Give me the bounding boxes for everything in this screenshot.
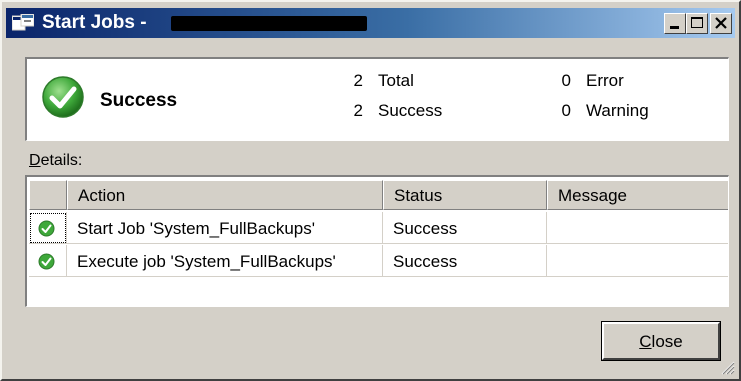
- minimize-icon: [670, 26, 679, 29]
- row-message: [547, 245, 728, 277]
- row-action: Start Job 'System_FullBackups': [67, 212, 383, 244]
- details-label-mnemonic: D: [29, 152, 41, 169]
- row-icon-cell[interactable]: [29, 212, 67, 244]
- summary-panel: Success 2 Total 2 Success 0 Error 0 Warn…: [25, 57, 729, 141]
- app-window-icon: [12, 14, 34, 31]
- start-jobs-dialog: Start Jobs - Success 2 Total 2 Success 0…: [0, 0, 741, 381]
- close-button-rest: lose: [651, 332, 683, 351]
- row-status: Success: [383, 245, 547, 277]
- minimize-button[interactable]: [664, 13, 686, 34]
- details-grid[interactable]: Action Status Message Start Job 'System_…: [25, 175, 729, 307]
- close-window-button[interactable]: [710, 13, 732, 34]
- close-button[interactable]: Close: [601, 321, 721, 361]
- success-count: 2: [353, 101, 363, 120]
- details-label: Details:: [29, 152, 82, 170]
- maximize-icon: [691, 17, 703, 28]
- column-header-icon[interactable]: [29, 180, 67, 210]
- warning-count: 0: [561, 101, 571, 120]
- success-check-icon: [38, 253, 55, 270]
- row-action: Execute job 'System_FullBackups': [67, 245, 383, 277]
- title-bar[interactable]: Start Jobs -: [6, 8, 735, 38]
- success-check-icon: [38, 220, 55, 237]
- maximize-button[interactable]: [686, 13, 708, 34]
- success-check-icon: [42, 76, 84, 118]
- row-icon-cell[interactable]: [29, 245, 67, 277]
- close-button-mnemonic: C: [639, 332, 652, 351]
- redacted-server-name: [171, 16, 367, 31]
- error-label: Error: [586, 71, 624, 90]
- success-count-label: Success: [378, 101, 443, 120]
- status-summary-label: Success: [100, 90, 178, 111]
- row-message: [547, 212, 728, 244]
- row-status: Success: [383, 212, 547, 244]
- error-count: 0: [561, 71, 571, 90]
- window-title: Start Jobs -: [42, 12, 147, 33]
- total-label: Total: [378, 71, 414, 90]
- column-header-status[interactable]: Status: [383, 180, 547, 210]
- resize-grip-icon[interactable]: [717, 357, 735, 375]
- warning-label: Warning: [586, 101, 649, 120]
- column-header-action[interactable]: Action: [67, 180, 383, 210]
- total-count: 2: [353, 71, 363, 90]
- column-header-message[interactable]: Message: [547, 180, 728, 210]
- table-row[interactable]: Execute job 'System_FullBackups' Success: [29, 245, 728, 278]
- details-label-rest: etails:: [40, 152, 83, 169]
- close-icon: [715, 17, 727, 29]
- table-row[interactable]: Start Job 'System_FullBackups' Success: [29, 212, 728, 245]
